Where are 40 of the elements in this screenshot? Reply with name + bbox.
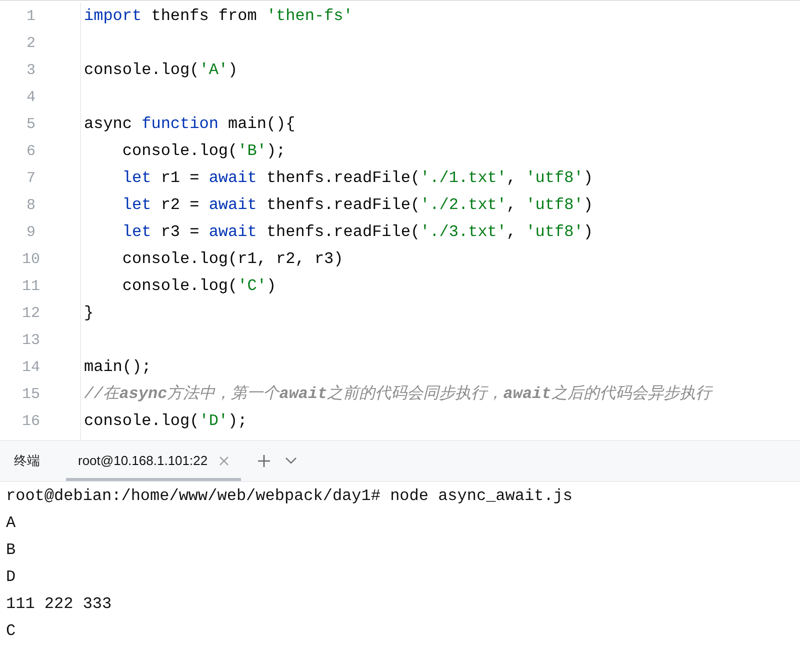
code-line: let r1 = await thenfs.readFile('./1.txt', 'utf8') — [121, 168, 594, 189]
code-line: let r3 = await thenfs.readFile('./3.txt', 'utf8') — [121, 222, 594, 243]
terminal-line: 111 222 333 — [6, 594, 113, 615]
line-number: 13 — [20, 331, 41, 351]
line-number: 9 — [25, 223, 36, 243]
line-number: 7 — [25, 169, 36, 189]
line-number: 8 — [25, 196, 36, 216]
code-line: main(); — [84, 357, 152, 378]
code-line: async function main(){ — [84, 114, 296, 135]
code-line: console.log('C') — [121, 276, 278, 297]
terminal-line: A — [6, 513, 17, 534]
code-line: console.log(r1, r2, r3) — [121, 249, 344, 270]
line-number: 5 — [25, 115, 36, 135]
code-line: console.log('D'); — [84, 411, 248, 432]
line-number: 3 — [25, 61, 36, 81]
code-line: } — [84, 303, 95, 324]
terminal-tab[interactable]: root@10.168.1.101:22 — [66, 441, 241, 481]
line-number: 15 — [20, 385, 41, 405]
line-number: 1 — [25, 7, 36, 27]
code-line: let r2 = await thenfs.readFile('./2.txt', 'utf8') — [121, 195, 594, 216]
line-number: 2 — [25, 34, 36, 54]
code-line: //在async方法中，第一个await之前的代码会同步执行，await之后的代码会异步执行 — [84, 384, 712, 405]
line-number: 4 — [25, 88, 36, 108]
add-icon[interactable] — [256, 454, 271, 468]
panel-title: 终端 — [14, 452, 40, 470]
line-number: 14 — [20, 358, 41, 378]
line-number: 16 — [20, 412, 41, 432]
line-number: 6 — [25, 142, 36, 162]
close-icon[interactable] — [218, 456, 229, 466]
line-number: 10 — [20, 250, 41, 270]
code-line: import thenfs from 'then-fs' — [84, 6, 354, 27]
terminal-line: C — [6, 621, 17, 642]
line-number: 11 — [20, 277, 41, 297]
terminal-line: B — [6, 540, 17, 561]
terminal-line: root@debian:/home/www/web/webpack/day1# node async_await.js — [6, 486, 574, 507]
code-line: console.log('A') — [84, 60, 239, 81]
line-number: 12 — [20, 304, 41, 324]
code-line: console.log('B'); — [121, 141, 287, 162]
terminal-line: D — [6, 567, 17, 588]
chevron-down-icon[interactable] — [284, 457, 297, 465]
